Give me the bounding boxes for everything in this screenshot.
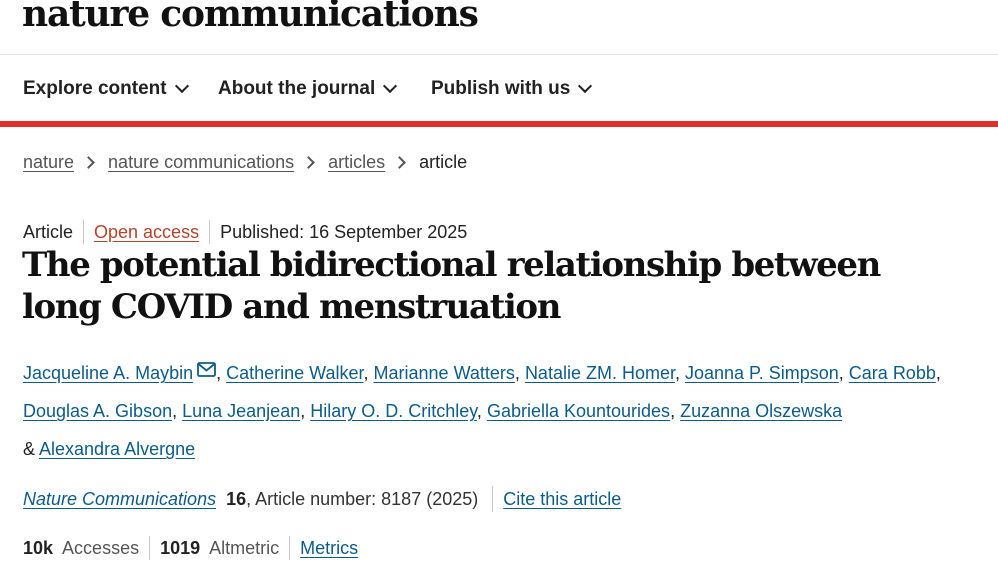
author-link[interactable]: Jacqueline A. Maybin <box>23 363 193 383</box>
journal-link[interactable]: Nature Communications <box>23 489 216 510</box>
chevron-right-icon <box>82 156 95 169</box>
author-link[interactable]: Joanna P. Simpson <box>685 363 839 383</box>
accesses-label: Accesses <box>62 537 140 558</box>
author-separator: , <box>514 363 525 383</box>
author-separator: , <box>300 401 311 421</box>
published-date: Published: 16 September 2025 <box>220 221 468 242</box>
volume-number: 16 <box>226 488 247 509</box>
breadcrumb-articles[interactable]: articles <box>328 152 385 173</box>
altmetric-label: Altmetric <box>209 537 280 558</box>
breadcrumb: nature nature communications articles ar… <box>23 152 467 173</box>
last-author-joiner: & <box>23 439 40 459</box>
author-link[interactable]: Natalie ZM. Homer <box>525 363 675 383</box>
author-list: Jacqueline A. Maybin, Catherine Walker, … <box>23 352 953 468</box>
author-link[interactable]: Marianne Watters <box>374 363 515 383</box>
meta-divider <box>209 220 211 244</box>
chevron-down-icon <box>578 78 593 94</box>
author-link[interactable]: Douglas A. Gibson <box>23 401 172 421</box>
cite-this-article-link[interactable]: Cite this article <box>503 489 621 510</box>
author-separator: , <box>216 363 227 383</box>
chevron-down-icon <box>174 78 189 94</box>
nav-publish-with-us[interactable]: Publish with us <box>431 77 593 101</box>
chevron-right-icon <box>302 156 316 169</box>
author-link[interactable]: Hilary O. D. Critchley <box>310 401 477 421</box>
chevron-down-icon <box>383 78 398 94</box>
author-link[interactable]: Luna Jeanjean <box>182 401 300 421</box>
logo-bar: nature communications <box>0 0 998 55</box>
email-icon[interactable] <box>197 352 217 390</box>
author-separator: , <box>363 363 374 383</box>
author-link[interactable]: Zuzanna Olszewska <box>680 401 842 421</box>
breadcrumb-nature-communications[interactable]: nature communications <box>108 152 294 173</box>
author-link[interactable]: Catherine Walker <box>226 363 363 383</box>
article-meta: Article Open access Published: 16 Septem… <box>23 220 467 244</box>
metrics-divider <box>149 536 151 560</box>
open-access-link[interactable]: Open access <box>94 222 199 243</box>
article-title: The potential bidirectional relationship… <box>22 245 881 327</box>
author-separator: , <box>476 401 487 421</box>
metrics-link[interactable]: Metrics <box>300 538 358 559</box>
metrics-divider <box>289 536 291 560</box>
author-separator: , <box>172 401 183 421</box>
citation-divider <box>492 486 494 512</box>
article-type: Article <box>23 221 74 242</box>
chevron-right-icon <box>393 156 407 169</box>
nav-explore-content[interactable]: Explore content <box>23 77 189 101</box>
altmetric-score: 1019 <box>160 537 201 558</box>
author-separator: , <box>838 363 849 383</box>
author-separator: , <box>670 401 681 421</box>
citation-line: Nature Communications 16 , Article numbe… <box>23 486 621 512</box>
author-link[interactable]: Cara Robb <box>849 363 936 383</box>
accesses-count: 10k <box>23 537 54 558</box>
author-link[interactable]: Gabriella Kountourides <box>487 401 670 421</box>
breadcrumb-nature[interactable]: nature <box>23 152 74 173</box>
breadcrumb-current: article <box>419 152 468 172</box>
author-separator: , <box>674 363 685 383</box>
nav-publish-with-us-label: Publish with us <box>431 78 571 99</box>
article-number: , Article number: 8187 (2025) <box>246 488 479 509</box>
author-link[interactable]: Alexandra Alvergne <box>39 439 195 459</box>
nav-divider <box>0 121 998 127</box>
author-separator: , <box>935 363 941 383</box>
metrics-bar: 10k Accesses 1019 Altmetric Metrics <box>23 536 358 560</box>
nav-explore-content-label: Explore content <box>23 78 167 99</box>
meta-divider <box>83 220 85 244</box>
site-logo[interactable]: nature communications <box>22 0 479 36</box>
main-nav: Explore content About the journal Publis… <box>0 55 998 121</box>
nav-about-journal[interactable]: About the journal <box>218 77 398 101</box>
nav-about-journal-label: About the journal <box>218 78 376 99</box>
